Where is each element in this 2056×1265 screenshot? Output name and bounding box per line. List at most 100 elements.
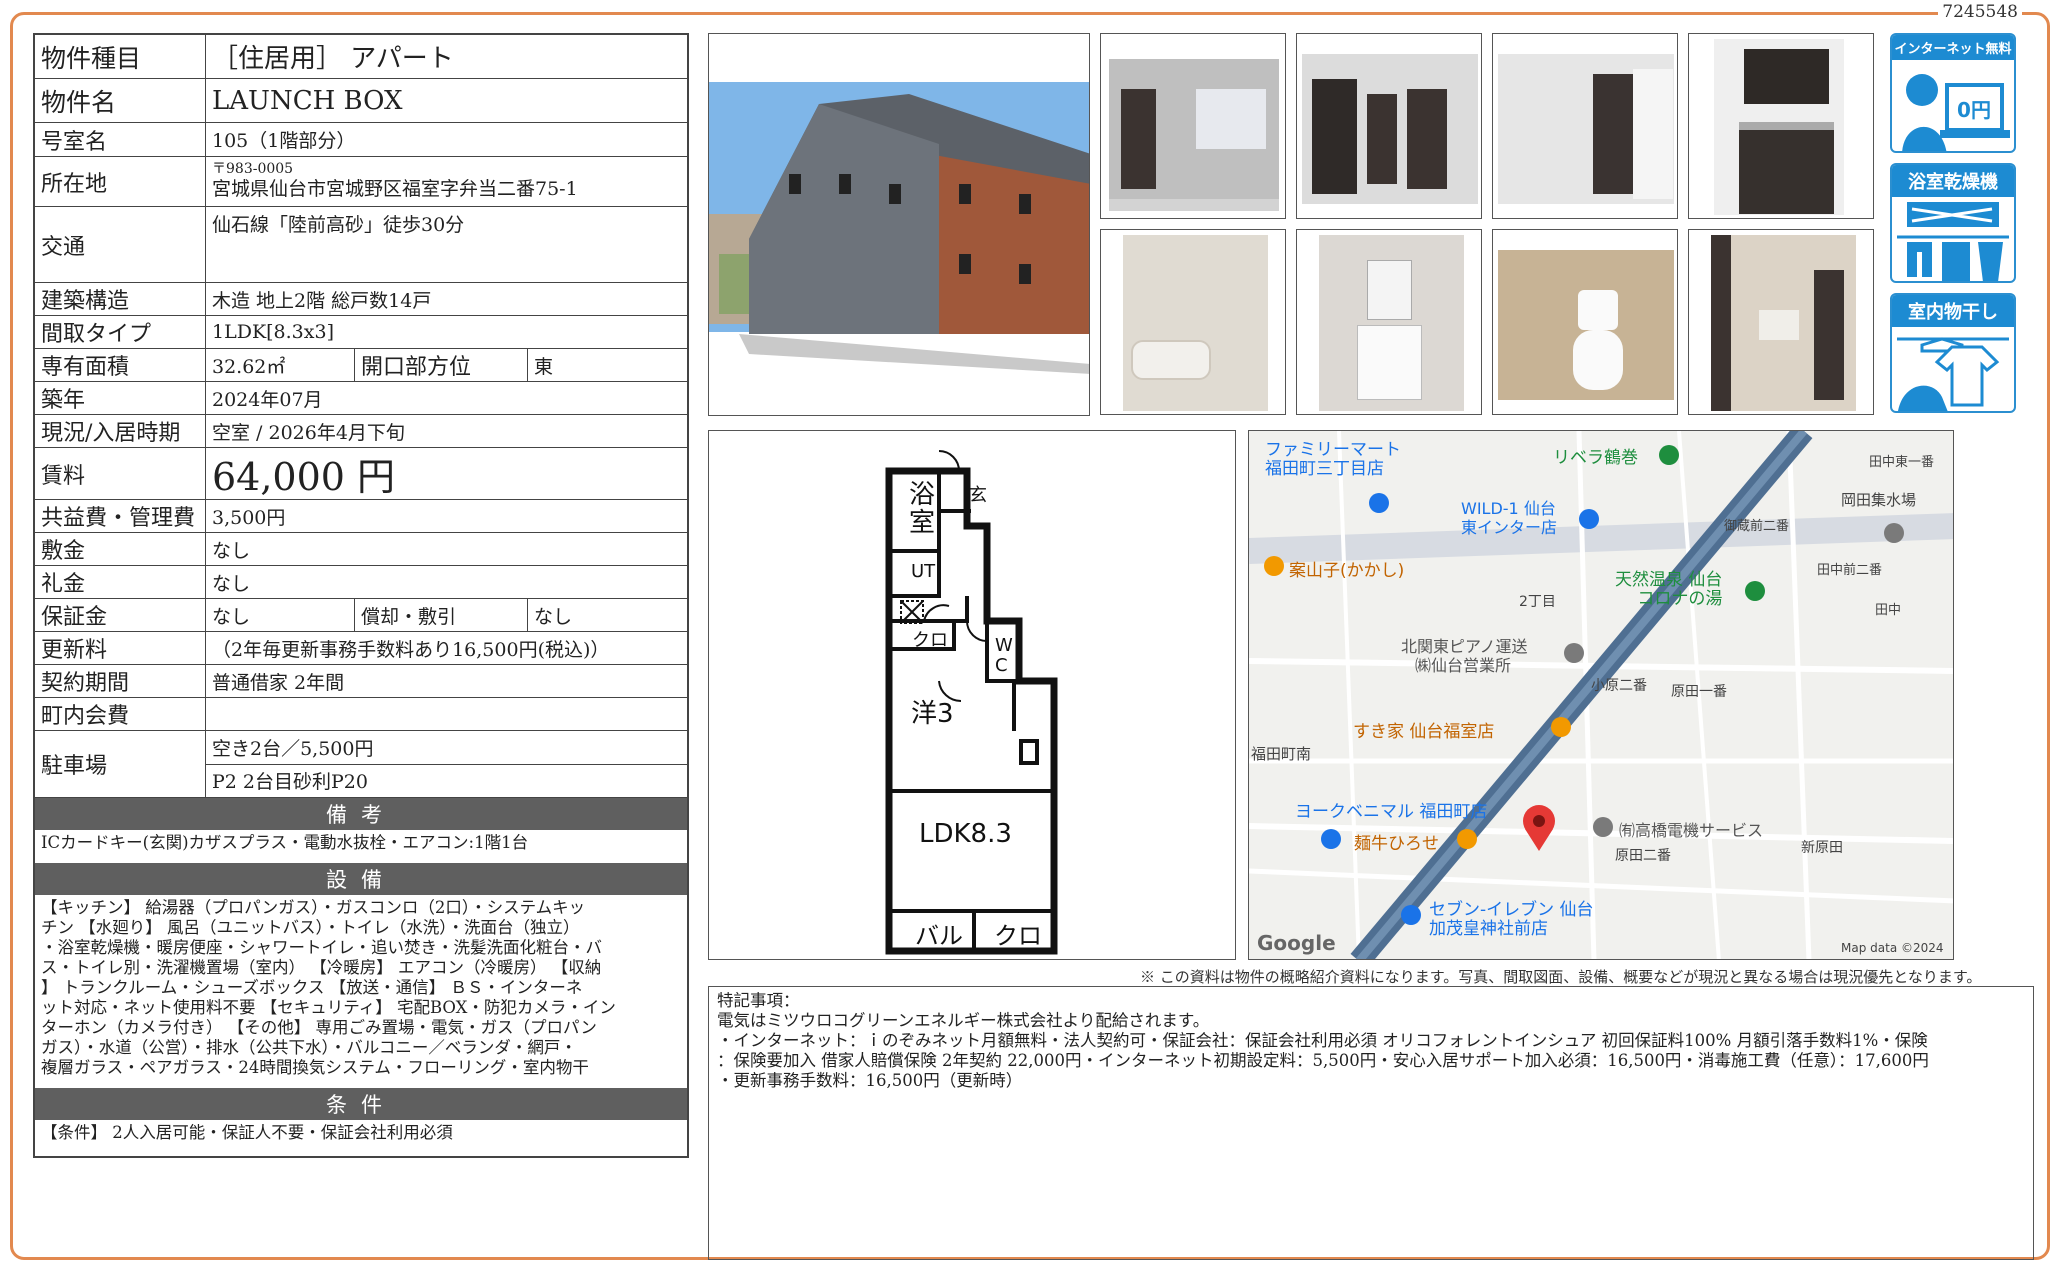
- label: 町内会費: [35, 698, 206, 730]
- facility-line: チン 【水廻り】 風呂（ユニットバス）・トイレ（水洗）・洗面台（独立）: [41, 918, 580, 937]
- facility-line: 【キッチン】 給湯器（プロパンガス）・ガスコンロ（2口）・システムキッ: [41, 898, 586, 917]
- map-label: 田中東一番: [1869, 455, 1935, 470]
- badge-title: インターネット無料: [1892, 35, 2014, 60]
- label: 交通: [35, 207, 206, 282]
- value: 普通借家 2年間: [212, 671, 345, 694]
- notes-line: 特記事項：: [717, 991, 800, 1010]
- facilities-text: 【キッチン】 給湯器（プロパンガス）・ガスコンロ（2口）・システムキッ チン 【…: [35, 895, 687, 1088]
- address: 宮城県仙台市宮城野区福室字弁当二番75-1: [212, 178, 578, 200]
- facility-line: ターホン（カメラ付き） 【その他】 専用ごみ置場・電気・ガス（プロパン: [41, 1018, 597, 1037]
- map-label: リベラ鶴巻: [1553, 448, 1638, 468]
- label: 駐車場: [35, 731, 206, 797]
- room-utility: UT: [911, 561, 936, 582]
- facility-line: ・浴室乾燥機・暖房便座・シャワートイレ・追い焚き・洗髪洗面化粧台・バ: [41, 938, 602, 957]
- value: 東: [527, 349, 687, 381]
- label: 保証金: [35, 599, 206, 631]
- map-attribution: Map data ©2024: [1841, 941, 1944, 955]
- badge-title: 浴室乾燥機: [1892, 165, 2014, 197]
- floor-plan: 浴室 玄 UT クロ W C 洋3 LDK8.3 バル クロ: [708, 430, 1236, 960]
- room-closet: クロ: [994, 922, 1042, 950]
- map-label: セブン-イレブン 仙台 加茂皇神社前店: [1429, 900, 1594, 939]
- label: 礼金: [35, 566, 206, 598]
- map-label: 岡田集水場: [1841, 491, 1917, 509]
- internet-free-icon: 0円: [1902, 74, 2010, 151]
- row-community-fee: 町内会費: [35, 698, 687, 731]
- label: 契約期間: [35, 665, 206, 697]
- label: 建築構造: [35, 283, 206, 315]
- map-label: すき家 仙台福室店: [1353, 722, 1495, 742]
- room-western: 洋3: [911, 699, 954, 729]
- label: 現況/入居時期: [35, 415, 206, 447]
- badge-bathroom-dryer: 浴室乾燥機: [1890, 163, 2016, 283]
- interior-photo: [1296, 33, 1482, 219]
- value: 1LDK[8.3x3]: [212, 321, 334, 343]
- remarks-header: 備考: [35, 798, 687, 830]
- label: 所在地: [35, 157, 206, 206]
- facility-line: 複層ガラス・ペアガラス・24時間換気システム・フローリング・室内物干: [41, 1058, 589, 1077]
- map-label: 御蔵前二番: [1724, 519, 1790, 534]
- disclaimer: ※ この資料は物件の概略紹介資料になります。写真、間取図面、設備、概要などが現況…: [1140, 968, 1982, 986]
- label: 更新料: [35, 632, 206, 664]
- notes-line: ：保険要加入 借家人賠償保険 2年契約 22,000円・インターネット初期設定料…: [717, 1051, 1929, 1070]
- facility-line: ス・トイレ別・洗濯機置場（室内） 【冷暖房】 エアコン（冷暖房） 【収納: [41, 958, 602, 977]
- postal-code: 〒983-0005: [212, 161, 294, 177]
- conditions-header: 条件: [35, 1088, 687, 1120]
- rent-value: 64,000 円: [212, 455, 396, 499]
- facility-line: ガス）・水道（公営）・排水（公共下水）・バルコニー／ベランダ・網戸・: [41, 1038, 577, 1057]
- map-label: 新原田: [1801, 840, 1843, 856]
- facility-line: ット対応・ネット使用料不要 【セキュリティ】 宅配BOX・防犯カメラ・イン: [41, 998, 616, 1017]
- value: 空き2台／5,500円: [206, 731, 687, 765]
- google-logo: Google: [1257, 931, 1336, 955]
- value: 空室 / 2026年4月下旬: [212, 421, 405, 444]
- label: 専有面積: [35, 349, 206, 381]
- map-label: ㈲高橋電機サービス: [1619, 821, 1764, 840]
- row-name: 物件名 LAUNCH BOX: [35, 79, 687, 123]
- row-parking: 駐車場 空き2台／5,500円 P2 2台目砂利P20: [35, 731, 687, 798]
- notes-line: 電気はミツウロコグリーンエネルギー株式会社より配給されます。: [717, 1011, 1210, 1030]
- row-renewal: 更新料 （2年毎更新事務手数料あり16,500円(税込)）: [35, 632, 687, 665]
- map-label: 原田二番: [1615, 848, 1671, 864]
- label: 物件種目: [35, 35, 206, 78]
- interior-photo: [1492, 33, 1678, 219]
- value: なし: [212, 605, 251, 628]
- interior-photo: [1100, 229, 1286, 415]
- value: 105（1階部分）: [212, 130, 356, 152]
- map-label: 天然温泉 仙台 コロナの湯: [1615, 570, 1723, 609]
- label: 物件名: [35, 79, 206, 122]
- map-label: 田中前二番: [1817, 563, 1883, 578]
- room-entrance: 玄: [969, 485, 987, 506]
- facility-line: 】 トランクルーム・シューズボックス 【放送・通信】 ＢＳ・インターネ: [41, 978, 583, 997]
- property-name: LAUNCH BOX: [212, 85, 403, 116]
- value: 2024年07月: [212, 388, 323, 411]
- value: なし: [212, 539, 251, 562]
- row-status: 現況/入居時期 空室 / 2026年4月下旬: [35, 415, 687, 448]
- map-label: ファミリーマート 福田町三丁目店: [1265, 440, 1401, 479]
- value: （2年毎更新事務手数料あり16,500円(税込)）: [212, 638, 610, 661]
- map-label: 北関東ピアノ運送 ㈱仙台営業所: [1401, 637, 1528, 675]
- row-area: 専有面積 32.62㎡ 開口部方位 東: [35, 349, 687, 382]
- value: 3,500円: [212, 506, 286, 529]
- label: 間取タイプ: [35, 316, 206, 348]
- row-key-money: 礼金 なし: [35, 566, 687, 599]
- notes-line: ・更新事務手数料：16,500円（更新時）: [717, 1071, 1023, 1090]
- map-label: 原田一番: [1671, 684, 1727, 700]
- interior-photo: [1492, 229, 1678, 415]
- label: 敷金: [35, 533, 206, 565]
- room-balcony: バル: [915, 922, 963, 950]
- svg-text:0円: 0円: [1957, 98, 1991, 122]
- interior-photo: [1688, 229, 1874, 415]
- room-toilet: W C: [995, 635, 1013, 676]
- value: 32.62㎡: [212, 355, 286, 378]
- label: 共益費・管理費: [35, 500, 206, 532]
- row-type: 物件種目 ［住居用］ アパート: [35, 35, 687, 79]
- map-label: WILD-1 仙台 東インター店: [1461, 499, 1558, 537]
- label: 賃料: [35, 448, 206, 499]
- conditions-text: 【条件】 2人入居可能・保証人不要・保証会社利用必須: [41, 1123, 453, 1142]
- row-deposit: 敷金 なし: [35, 533, 687, 566]
- value: 仙石線「陸前高砂」徒歩30分: [212, 214, 465, 236]
- row-layout: 間取タイプ 1LDK[8.3x3]: [35, 316, 687, 349]
- label: 築年: [35, 382, 206, 414]
- remarks-text: ICカードキー(玄関)カザスプラス・電動水抜栓・エアコン:1階1台: [41, 833, 529, 852]
- facilities-header: 設備: [35, 863, 687, 895]
- value: ［住居用］ アパート: [212, 44, 454, 74]
